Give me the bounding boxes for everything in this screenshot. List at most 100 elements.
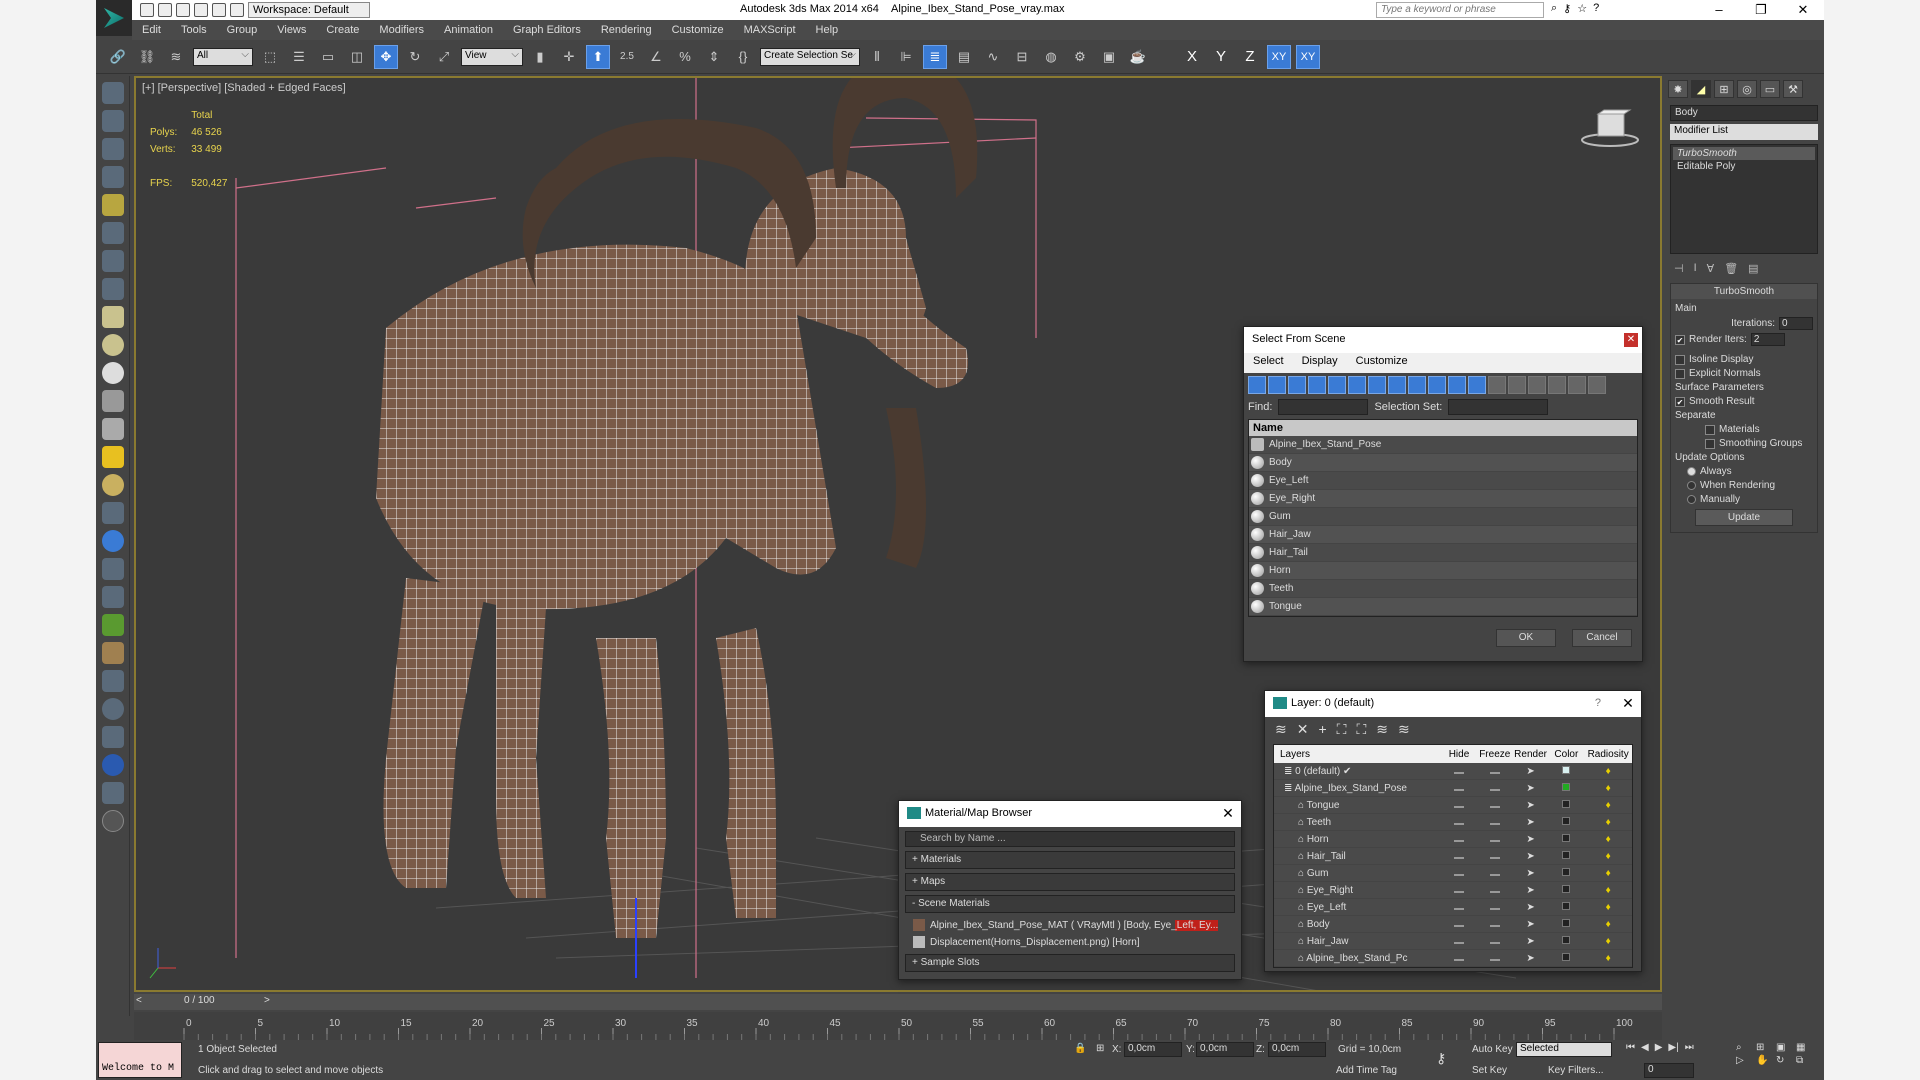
render-toggle-icon[interactable]: ➤ — [1513, 868, 1549, 879]
cancel-button[interactable]: Cancel — [1572, 629, 1632, 647]
radiosity-bulb-icon[interactable]: ♦ — [1584, 851, 1632, 862]
menu-maxscript[interactable]: MAXScript — [734, 24, 806, 36]
render-production-icon[interactable]: ☕ — [1126, 45, 1150, 69]
layer-color-swatch[interactable] — [1548, 833, 1584, 845]
hide-toggle[interactable] — [1441, 919, 1477, 930]
stack-item-turbosmooth[interactable]: TurboSmooth — [1673, 147, 1815, 160]
maximize-viewport-icon[interactable]: ⧉ — [1796, 1055, 1814, 1066]
update-when-rendering-radio[interactable] — [1687, 481, 1696, 490]
layer-name[interactable]: ≣ 0 (default) ✔ — [1274, 766, 1441, 777]
freeze-toggle[interactable] — [1477, 834, 1513, 845]
isoline-display-checkbox[interactable] — [1675, 354, 1685, 365]
freeze-toggle[interactable] — [1477, 936, 1513, 947]
utilities-tab-icon[interactable]: ⚒ — [1783, 80, 1803, 98]
hierarchy-tab-icon[interactable]: ⊞ — [1714, 80, 1734, 98]
z-coordinate-input[interactable]: 0,0cm — [1268, 1042, 1326, 1057]
align-icon[interactable]: ⊫ — [894, 45, 918, 69]
teapot-2-icon[interactable] — [101, 390, 124, 412]
mirror-icon[interactable]: ⫴ — [865, 45, 889, 69]
field-of-view-icon[interactable]: ▷ — [1736, 1055, 1754, 1066]
render-toggle-icon[interactable]: ➤ — [1513, 800, 1549, 811]
go-to-start-icon[interactable]: ⏮ — [1626, 1042, 1635, 1053]
layer-color-swatch[interactable] — [1548, 799, 1584, 811]
select-by-name-icon[interactable]: ☰ — [287, 45, 311, 69]
selection-filter-dropdown[interactable]: All — [193, 47, 253, 66]
select-objects-in-layer-icon[interactable]: ⛶ — [1337, 721, 1347, 738]
new-file-icon[interactable] — [140, 3, 154, 17]
freeze-toggle[interactable] — [1477, 800, 1513, 811]
orbit-icon[interactable]: ↻ — [1776, 1055, 1794, 1066]
sphere-blue-icon[interactable] — [101, 530, 124, 552]
workspace-dropdown[interactable]: Workspace: Default — [248, 2, 370, 18]
schematic-view-icon[interactable]: ⊟ — [1010, 45, 1034, 69]
layer-row[interactable]: ⌂ Horn ➤ ♦ — [1274, 831, 1632, 848]
freeze-toggle[interactable] — [1477, 902, 1513, 913]
hide-toggle[interactable] — [1441, 817, 1477, 828]
select-and-rotate-icon[interactable]: ↻ — [403, 45, 427, 69]
layer-color-swatch[interactable] — [1548, 816, 1584, 828]
separate-smoothing-groups-checkbox[interactable] — [1705, 438, 1715, 449]
sphere-gray-icon[interactable] — [101, 698, 124, 720]
binoculars-icon[interactable]: ⌕ — [1551, 2, 1557, 15]
show-end-result-icon[interactable]: I — [1694, 262, 1697, 275]
select-all-icon[interactable] — [1488, 376, 1506, 394]
col-hide[interactable]: Hide — [1441, 749, 1477, 760]
layer-color-swatch[interactable] — [1548, 850, 1584, 862]
layer-help-button[interactable]: ? — [1595, 697, 1601, 709]
keyboard-shortcut-override-icon[interactable]: ⬆ — [586, 44, 610, 69]
hide-toggle[interactable] — [1441, 868, 1477, 879]
layer-name[interactable]: ⌂ Hair_Tail — [1274, 851, 1441, 862]
col-radiosity[interactable]: Radiosity — [1584, 749, 1632, 760]
mb-close-button[interactable]: ✕ — [1221, 806, 1235, 820]
gear-icon[interactable] — [101, 586, 124, 608]
sfs-close-button[interactable]: ✕ — [1624, 333, 1638, 347]
menu-animation[interactable]: Animation — [434, 24, 503, 36]
freeze-toggle[interactable] — [1477, 919, 1513, 930]
render-toggle-icon[interactable]: ➤ — [1513, 953, 1549, 964]
infocenter-search-input[interactable]: Type a keyword or phrase — [1376, 2, 1544, 18]
highlight-layer-icon[interactable]: ⛶ — [1356, 721, 1366, 738]
app-logo-button[interactable] — [96, 0, 132, 36]
hide-toggle[interactable] — [1441, 766, 1477, 777]
scene-object-row[interactable]: Gum — [1249, 508, 1637, 526]
hair-icon[interactable] — [101, 642, 124, 664]
render-frame-icon[interactable] — [101, 726, 124, 748]
freeze-toggle[interactable] — [1477, 851, 1513, 862]
render-iters-checkbox[interactable]: ✔ — [1675, 334, 1685, 345]
col-layers[interactable]: Layers — [1274, 749, 1441, 760]
freeze-toggle[interactable] — [1477, 885, 1513, 896]
auto-key-button[interactable]: Auto Key — [1472, 1044, 1513, 1055]
hide-toggle[interactable] — [1441, 953, 1477, 964]
book-icon[interactable] — [101, 782, 124, 804]
axis-constraint-z[interactable]: Z — [1238, 48, 1262, 65]
y-coordinate-input[interactable]: 0,0cm — [1196, 1042, 1254, 1057]
go-to-end-icon[interactable]: ⏭ — [1685, 1042, 1694, 1053]
hide-toggle[interactable] — [1441, 800, 1477, 811]
curve-editor-icon[interactable]: ∿ — [981, 45, 1005, 69]
layer-row[interactable]: ⌂ Tongue ➤ ♦ — [1274, 797, 1632, 814]
maximize-button[interactable]: ❐ — [1740, 0, 1782, 20]
menu-views[interactable]: Views — [267, 24, 316, 36]
layer-name[interactable]: ⌂ Alpine_Ibex_Stand_Pc — [1274, 953, 1441, 964]
rendered-frame-window-icon[interactable]: ▣ — [1097, 45, 1121, 69]
panel-2-icon[interactable] — [101, 166, 124, 188]
layer-row[interactable]: ⌂ Eye_Right ➤ ♦ — [1274, 882, 1632, 899]
help-circle-icon[interactable] — [101, 810, 124, 832]
hide-toggle[interactable] — [1441, 834, 1477, 845]
display-groups-icon[interactable] — [1368, 376, 1386, 394]
create-layer-icon[interactable]: ≋ — [1275, 721, 1287, 738]
create-tab-icon[interactable]: ✸ — [1668, 80, 1688, 98]
update-button[interactable]: Update — [1695, 509, 1793, 526]
search-by-name-input[interactable]: Search by Name ... — [905, 831, 1235, 847]
layer-name[interactable]: ⌂ Body — [1274, 919, 1441, 930]
radiosity-bulb-icon[interactable]: ♦ — [1584, 936, 1632, 947]
plant-icon[interactable] — [101, 614, 124, 636]
next-frame-button[interactable]: > — [264, 995, 270, 1006]
display-space-warps-icon[interactable] — [1348, 376, 1366, 394]
hide-all-icon[interactable]: ≋ — [1376, 721, 1388, 738]
open-file-icon[interactable] — [158, 3, 172, 17]
hide-toggle[interactable] — [1441, 885, 1477, 896]
freeze-toggle[interactable] — [1477, 817, 1513, 828]
render-toggle-icon[interactable]: ➤ — [1513, 766, 1549, 777]
render-toggle-icon[interactable]: ➤ — [1513, 834, 1549, 845]
